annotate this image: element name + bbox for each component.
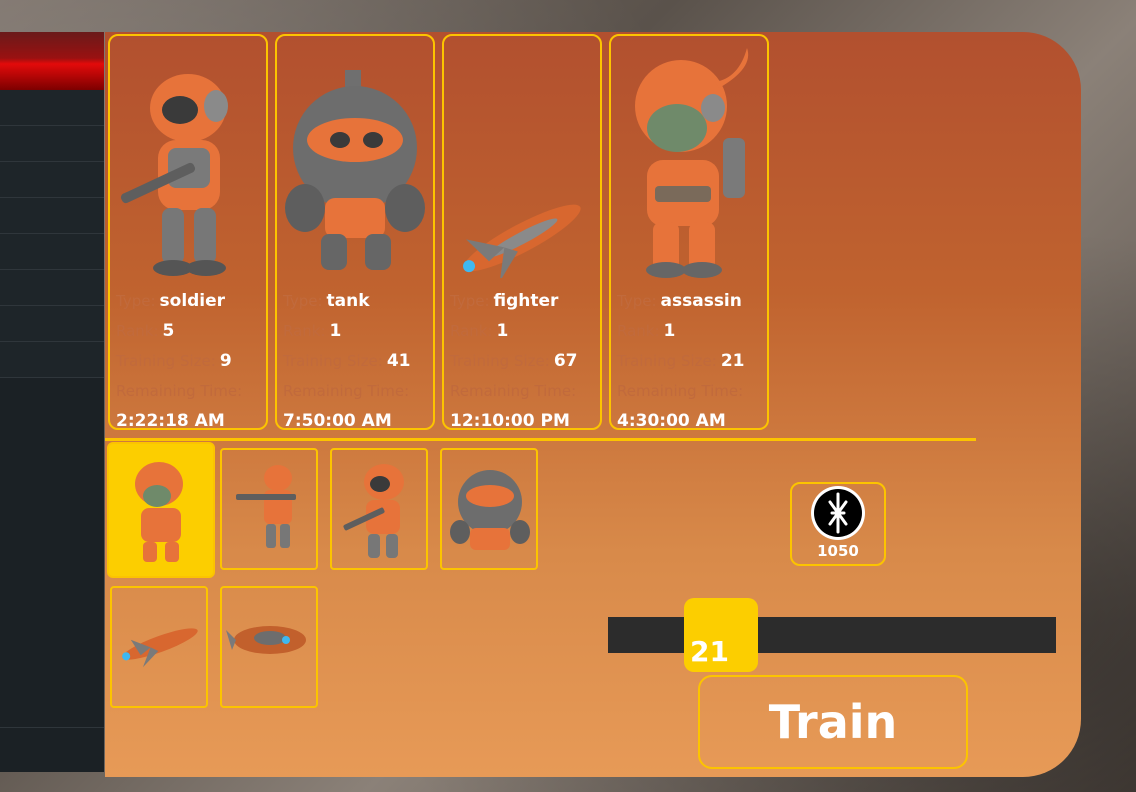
sidebar-divider <box>0 727 104 728</box>
resource-amount: 1050 <box>817 542 859 560</box>
quantity-slider-handle[interactable]: 21 <box>684 598 758 672</box>
soldier-rifle-icon <box>236 465 296 548</box>
remaining-time-label: Remaining Time: <box>617 382 744 400</box>
remaining-time: 2:22:18 AM <box>116 411 225 431</box>
rank-label: Rank: <box>283 322 326 340</box>
unit-rank: 1 <box>329 321 342 341</box>
training-size: 67 <box>553 351 578 371</box>
assassin-icon <box>635 48 749 278</box>
train-units-button[interactable]: Train Units <box>698 675 968 769</box>
remaining-time-label: Remaining Time: <box>116 382 243 400</box>
unit-thumb-bomber[interactable] <box>220 586 318 708</box>
sidebar-item[interactable] <box>0 270 104 306</box>
sidebar-menu <box>0 32 104 772</box>
quantity-slider-track[interactable] <box>608 617 1056 653</box>
unit-thumb-tank[interactable] <box>440 448 538 570</box>
remaining-time-label: Remaining Time: <box>450 382 577 400</box>
unit-rank: 1 <box>663 321 676 341</box>
rank-label: Rank: <box>617 322 660 340</box>
unit-type: fighter <box>493 291 559 311</box>
fighter-icon <box>122 628 198 668</box>
unit-type: soldier <box>159 291 226 311</box>
sidebar-header-bar <box>0 32 104 90</box>
sidebar-item[interactable] <box>0 126 104 162</box>
unit-type: tank <box>326 291 370 311</box>
unit-card-tank[interactable]: Type: tank Rank: 1 Training Size: 41 Remain… <box>275 34 435 431</box>
sidebar-item[interactable] <box>0 198 104 234</box>
resource-counter: 1050 <box>790 482 886 566</box>
type-label: Type: <box>116 292 156 310</box>
type-label: Type: <box>283 292 323 310</box>
sidebar-item[interactable] <box>0 90 104 126</box>
unit-card-fighter[interactable]: Type: fighter Rank: 1 Training Size: 67 Rem… <box>442 34 602 431</box>
remaining-time: 7:50:00 AM <box>283 411 392 431</box>
quantity-value: 21 <box>690 635 729 668</box>
remaining-time-label: Remaining Time: <box>283 382 410 400</box>
unit-card-soldier[interactable]: Type: soldier Rank: 5 Training Size: 9 Rema… <box>108 34 268 431</box>
training-panel: Type: soldier Rank: 5 Training Size: 9 Rema… <box>105 32 1081 777</box>
training-size-label: Training Size: <box>450 352 550 370</box>
unit-thumb-fighter[interactable] <box>110 586 208 708</box>
bomber-icon <box>226 626 306 654</box>
soldier-icon <box>120 74 228 276</box>
sidebar-item[interactable] <box>0 162 104 198</box>
tank-icon <box>450 470 530 550</box>
section-divider <box>105 438 976 441</box>
unit-rank: 1 <box>496 321 509 341</box>
training-size-label: Training Size: <box>617 352 717 370</box>
unit-thumb-assassin[interactable] <box>107 442 215 578</box>
remaining-time: 4:30:00 AM <box>617 411 726 431</box>
type-label: Type: <box>617 292 657 310</box>
soldier-icon <box>343 464 404 558</box>
training-size: 9 <box>219 351 232 371</box>
training-size-label: Training Size: <box>116 352 216 370</box>
unit-card-assassin[interactable]: Type: assassin Rank: 1 Training Size: 21 Re… <box>609 34 769 431</box>
remaining-time: 12:10:00 PM <box>450 411 570 431</box>
training-size-label: Training Size: <box>283 352 383 370</box>
fighter-icon <box>463 204 581 278</box>
sidebar-item[interactable] <box>0 306 104 342</box>
assassin-icon <box>135 462 183 562</box>
unit-type: assassin <box>660 291 742 311</box>
sidebar-item[interactable] <box>0 342 104 378</box>
training-size: 41 <box>386 351 411 371</box>
rank-label: Rank: <box>116 322 159 340</box>
unit-thumb-soldier-rifle[interactable] <box>220 448 318 570</box>
resource-coin-icon <box>811 486 865 540</box>
unit-rank: 5 <box>162 321 175 341</box>
training-size: 21 <box>720 351 745 371</box>
unit-thumb-soldier[interactable] <box>330 448 428 570</box>
type-label: Type: <box>450 292 490 310</box>
tank-icon <box>285 70 425 270</box>
sidebar-item[interactable] <box>0 234 104 270</box>
rank-label: Rank: <box>450 322 493 340</box>
